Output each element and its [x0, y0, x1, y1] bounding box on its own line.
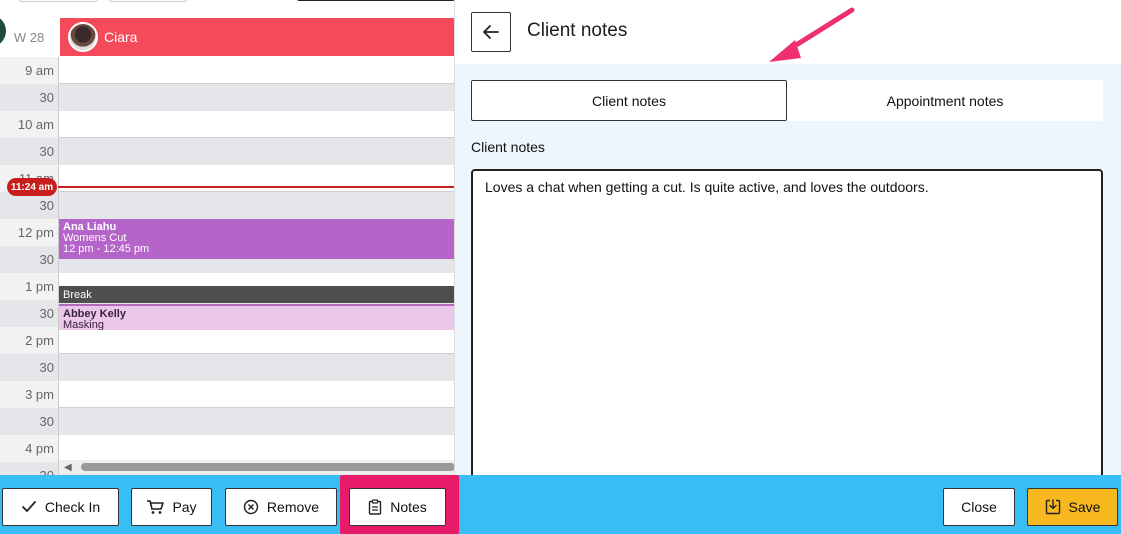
notes-label: Notes: [390, 499, 427, 515]
time-slot[interactable]: 10 am: [0, 111, 454, 138]
current-time-line: [58, 186, 454, 188]
pay-button[interactable]: Pay: [131, 488, 212, 526]
time-slot[interactable]: 30: [0, 354, 454, 381]
calendar-view: W 28 Ciara 9 am 30 10 am 30 11 am 30 12 …: [0, 0, 455, 475]
view-toggle-1[interactable]: [18, 0, 98, 2]
remove-button[interactable]: Remove: [225, 488, 337, 526]
circle-x-icon: [243, 499, 259, 515]
time-label: 3 pm: [0, 381, 58, 408]
client-notes-panel: Client notes Client notes Appointment no…: [455, 0, 1121, 489]
time-slot[interactable]: 30: [0, 192, 454, 219]
tab-client-notes[interactable]: Client notes: [471, 80, 787, 121]
time-label: 10 am: [0, 111, 58, 138]
save-label: Save: [1068, 499, 1101, 515]
time-label: 9 am: [0, 57, 58, 84]
appointment-time: 12 pm - 12:45 pm: [63, 243, 150, 255]
time-label: 1 pm: [0, 273, 58, 300]
time-label: 30: [0, 138, 58, 165]
remove-label: Remove: [266, 499, 320, 515]
time-label: 30: [0, 354, 58, 381]
time-grid: 9 am 30 10 am 30 11 am 30 12 pm 30 1 pm …: [0, 57, 454, 475]
back-button[interactable]: [471, 12, 511, 52]
time-slot[interactable]: 3 pm: [0, 381, 454, 408]
staff-name: Ciara: [104, 29, 138, 45]
time-slot[interactable]: 30: [0, 408, 454, 435]
clipboard-icon: [369, 499, 382, 515]
staff-avatar: [68, 22, 98, 52]
time-label: 30: [0, 246, 58, 273]
close-label: Close: [961, 499, 997, 515]
check-in-label: Check In: [44, 499, 101, 515]
view-toggle-2[interactable]: [108, 0, 188, 2]
appointment-client: Abbey Kelly: [63, 308, 126, 320]
close-button[interactable]: Close: [943, 488, 1015, 526]
cart-icon: [147, 500, 165, 514]
panel-title: Client notes: [527, 20, 628, 41]
time-slot[interactable]: 30: [0, 84, 454, 111]
break-block[interactable]: Break: [59, 286, 454, 303]
check-in-button[interactable]: Check In: [2, 488, 119, 526]
time-label: 4 pm: [0, 435, 58, 462]
time-label: 30: [0, 408, 58, 435]
tab-appointment-notes[interactable]: Appointment notes: [787, 80, 1103, 121]
calendar-top-controls: [0, 0, 454, 4]
pay-label: Pay: [172, 499, 197, 515]
scrollbar-thumb[interactable]: [81, 463, 454, 471]
time-label: 2 pm: [0, 327, 58, 354]
time-slot[interactable]: 30: [0, 138, 454, 165]
staff-column-header[interactable]: Ciara: [60, 18, 454, 56]
notes-button-highlight: Notes: [340, 475, 459, 534]
current-time-badge: 11:24 am: [7, 178, 57, 196]
horizontal-scrollbar[interactable]: ◀: [59, 460, 454, 474]
annotation-arrow-icon: [769, 7, 855, 62]
notes-tabs: Client notes Appointment notes: [471, 80, 1103, 121]
time-label: 30: [0, 462, 58, 475]
break-label: Break: [63, 289, 92, 301]
client-notes-textarea[interactable]: [471, 169, 1103, 489]
time-slot[interactable]: 2 pm: [0, 327, 454, 354]
time-slot[interactable]: 4 pm: [0, 435, 454, 462]
save-button[interactable]: Save: [1027, 488, 1118, 526]
appointment-card[interactable]: Abbey Kelly Masking: [59, 304, 454, 331]
week-label: W 28: [13, 29, 45, 45]
time-label: 30: [0, 192, 58, 219]
time-label: 30: [0, 300, 58, 327]
appointment-service: Masking: [63, 319, 104, 331]
check-icon: [21, 501, 36, 512]
app-root: W 28 Ciara 9 am 30 10 am 30 11 am 30 12 …: [0, 0, 1121, 534]
notes-button[interactable]: Notes: [349, 488, 446, 526]
time-label: 12 pm: [0, 219, 58, 246]
notes-field-label: Client notes: [471, 139, 545, 155]
time-column-divider: [58, 57, 59, 475]
appointment-card[interactable]: Ana Liahu Womens Cut 12 pm - 12:45 pm: [59, 219, 454, 259]
scroll-left-icon[interactable]: ◀: [64, 462, 72, 473]
time-label: 30: [0, 84, 58, 111]
view-toggle-active[interactable]: [296, 0, 454, 1]
time-slot[interactable]: 9 am: [0, 57, 454, 84]
arrow-left-icon: [483, 25, 499, 39]
save-download-icon: [1045, 499, 1060, 515]
